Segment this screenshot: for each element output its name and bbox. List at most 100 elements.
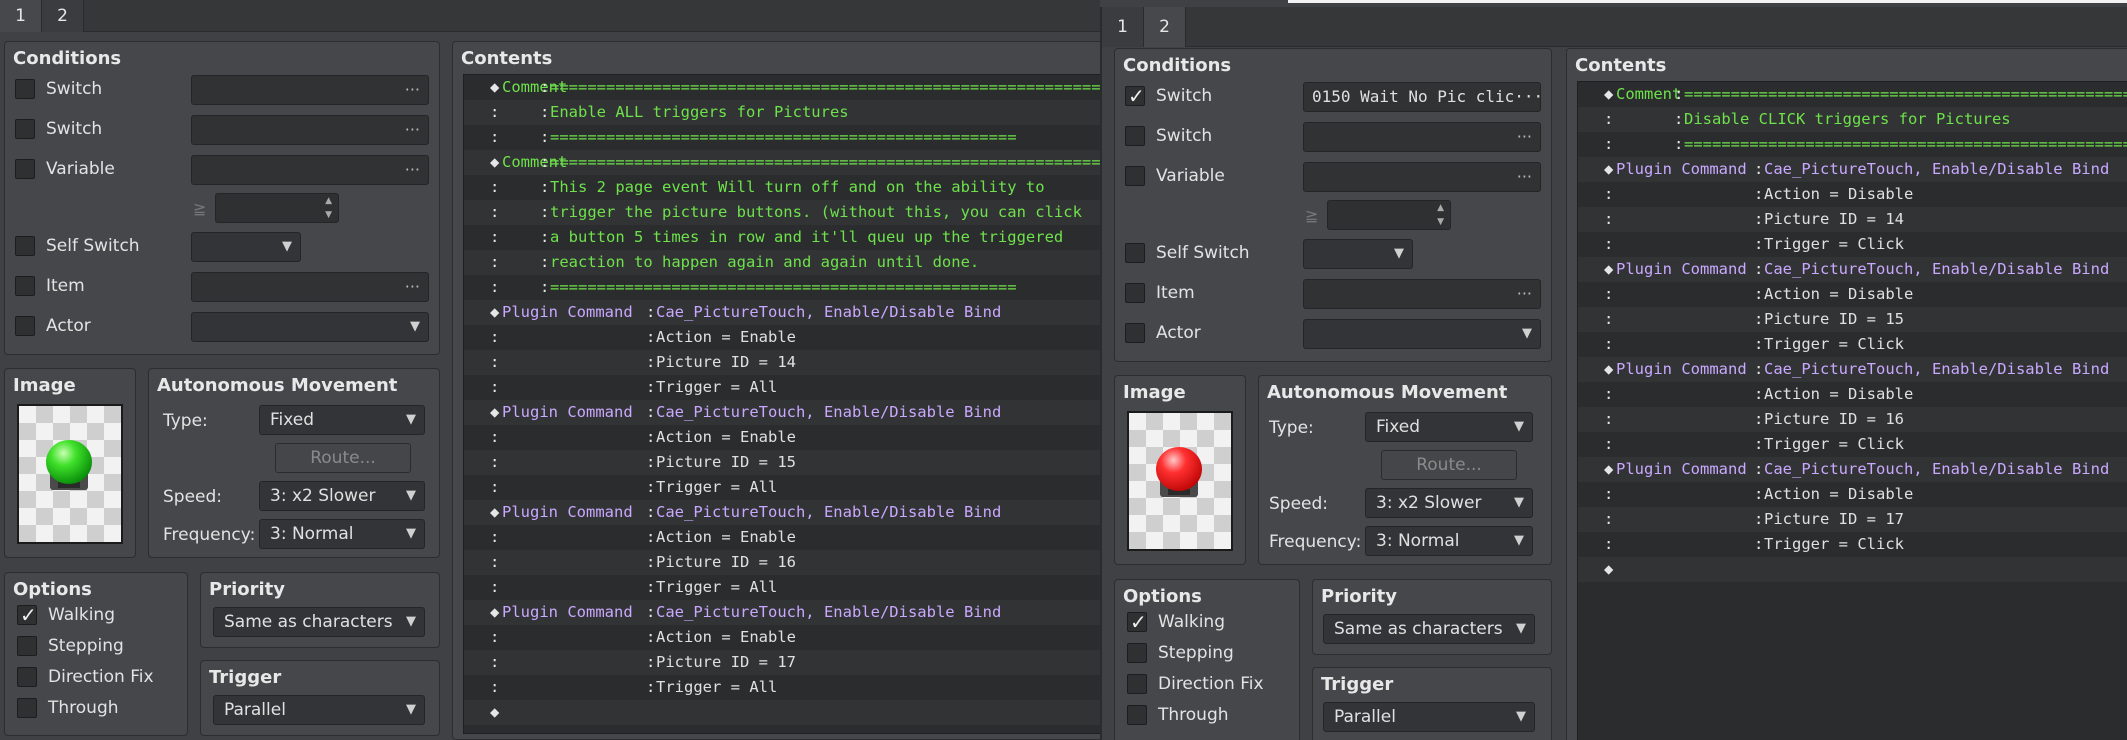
actor-select[interactable]: ▼ (191, 312, 429, 342)
item-ellipsis-icon[interactable]: ··· (405, 273, 420, 301)
variable-checkbox[interactable] (1125, 166, 1145, 186)
switch1-condition[interactable]: Switch (1125, 84, 1212, 108)
variable-checkbox[interactable] (15, 159, 35, 179)
speed-select[interactable]: 3: x2 Slower ▼ (259, 481, 425, 511)
item-checkbox[interactable] (1125, 283, 1145, 303)
command-line[interactable]: :: Action = Enable (464, 325, 1100, 350)
item-field[interactable]: ··· (1303, 279, 1541, 309)
command-line[interactable]: ◆ Plugin Command: Cae_PictureTouch, Enable… (464, 300, 1100, 325)
command-line[interactable]: ◆ Plugin Command: Cae_PictureTouch, Enable… (464, 400, 1100, 425)
walking-checkbox[interactable] (1127, 610, 1147, 634)
option-through[interactable]: Through (1127, 705, 1229, 725)
command-line[interactable]: ◆ Comment: ===============================… (464, 150, 1100, 175)
self-switch-condition[interactable]: Self Switch (1125, 243, 1250, 263)
switch1-field[interactable]: 0150 Wait No Pic clic··· (1303, 82, 1541, 112)
variable-value-stepper[interactable]: ▲ ▼ (1327, 200, 1451, 230)
command-line[interactable]: ◆ Plugin Command: Cae_PictureTouch, Enable… (1578, 257, 2127, 282)
command-line[interactable]: :: ======================================… (464, 125, 1100, 150)
trigger-select[interactable]: Parallel ▼ (1323, 702, 1535, 732)
command-line[interactable]: ◆ Comment: ===============================… (464, 75, 1100, 100)
command-line[interactable]: :: This 2 page event Will turn off and on… (464, 175, 1100, 200)
command-line[interactable]: ◆ Plugin Command: Cae_PictureTouch, Enable… (1578, 157, 2127, 182)
switch2-checkbox[interactable] (15, 119, 35, 139)
command-line[interactable]: :: Trigger = All (464, 675, 1100, 700)
direction-fix-checkbox[interactable] (17, 667, 37, 687)
tab-page-1[interactable]: 1 (1102, 7, 1144, 47)
command-line[interactable]: :: Action = Disable (1578, 282, 2127, 307)
command-line[interactable]: :: Trigger = Click (1578, 532, 2127, 557)
actor-condition[interactable]: Actor (15, 316, 91, 336)
command-line[interactable]: :: Action = Disable (1578, 482, 2127, 507)
command-line[interactable]: :: Picture ID = 17 (1578, 507, 2127, 532)
stepping-checkbox[interactable] (1127, 643, 1147, 663)
command-line[interactable]: :: Picture ID = 15 (464, 450, 1100, 475)
command-line[interactable]: :: Trigger = Click (1578, 432, 2127, 457)
route-button[interactable]: Route... (275, 443, 411, 473)
actor-condition[interactable]: Actor (1125, 323, 1201, 343)
command-line[interactable]: ◆ Plugin Command: Cae_PictureTouch, Enable… (1578, 457, 2127, 482)
item-ellipsis-icon[interactable]: ··· (1517, 280, 1532, 308)
command-line[interactable]: :: ======================================… (464, 275, 1100, 300)
switch2-checkbox[interactable] (1125, 126, 1145, 146)
item-condition[interactable]: Item (15, 276, 85, 296)
route-button[interactable]: Route... (1381, 450, 1517, 480)
stepper-down-icon[interactable]: ▼ (1437, 217, 1444, 227)
self-switch-condition[interactable]: Self Switch (15, 236, 140, 256)
trigger-select[interactable]: Parallel ▼ (213, 695, 425, 725)
command-line[interactable]: :: reaction to happen again and again unt… (464, 250, 1100, 275)
command-line[interactable]: ◆ (1578, 557, 2127, 582)
switch1-field[interactable]: ··· (191, 75, 429, 105)
self-switch-checkbox[interactable] (1125, 243, 1145, 263)
through-checkbox[interactable] (1127, 705, 1147, 725)
variable-ellipsis-icon[interactable]: ··· (405, 156, 420, 184)
option-stepping[interactable]: Stepping (1127, 643, 1234, 663)
priority-select[interactable]: Same as characters ▼ (1323, 614, 1535, 644)
command-line[interactable]: ::a button 5 times in row and it'll queu… (464, 225, 1100, 250)
speed-select[interactable]: 3: x2 Slower ▼ (1365, 488, 1533, 518)
switch1-checkbox[interactable] (1125, 84, 1145, 108)
stepper-up-icon[interactable]: ▲ (325, 196, 332, 206)
self-switch-select[interactable]: ▼ (191, 232, 301, 262)
command-line[interactable]: :: Picture ID = 14 (1578, 207, 2127, 232)
command-line[interactable]: :: Picture ID = 14 (464, 350, 1100, 375)
event-image[interactable] (1127, 411, 1233, 551)
switch2-field[interactable]: ··· (1303, 122, 1541, 152)
switch2-ellipsis-icon[interactable]: ··· (1517, 123, 1532, 151)
command-line[interactable]: :: trigger the picture buttons. (without … (464, 200, 1100, 225)
tab-page-2[interactable]: 2 (42, 0, 84, 32)
option-stepping[interactable]: Stepping (17, 636, 124, 656)
switch1-condition[interactable]: Switch (15, 79, 102, 99)
stepper-down-icon[interactable]: ▼ (325, 210, 332, 220)
frequency-select[interactable]: 3: Normal ▼ (1365, 526, 1533, 556)
command-line[interactable]: :: Action = Enable (464, 425, 1100, 450)
command-line[interactable]: ◆ Plugin Command: Cae_PictureTouch, Enable… (1578, 357, 2127, 382)
command-line[interactable]: :: Enable ALL triggers for Pictures (464, 100, 1100, 125)
move-type-select[interactable]: Fixed ▼ (1365, 412, 1533, 442)
actor-checkbox[interactable] (1125, 323, 1145, 343)
option-walking[interactable]: Walking (1127, 610, 1225, 634)
through-checkbox[interactable] (17, 698, 37, 718)
move-type-select[interactable]: Fixed ▼ (259, 405, 425, 435)
switch2-ellipsis-icon[interactable]: ··· (405, 116, 420, 144)
option-direction-fix[interactable]: Direction Fix (17, 667, 154, 687)
frequency-select[interactable]: 3: Normal ▼ (259, 519, 425, 549)
command-line[interactable]: :: Trigger = All (464, 475, 1100, 500)
actor-checkbox[interactable] (15, 316, 35, 336)
command-line[interactable]: :: Trigger = Click (1578, 232, 2127, 257)
tab-page-1[interactable]: 1 (0, 0, 42, 32)
command-line[interactable]: :: Trigger = All (464, 375, 1100, 400)
item-condition[interactable]: Item (1125, 283, 1195, 303)
item-field[interactable]: ··· (191, 272, 429, 302)
variable-ellipsis-icon[interactable]: ··· (1517, 163, 1532, 191)
option-through[interactable]: Through (17, 698, 119, 718)
direction-fix-checkbox[interactable] (1127, 674, 1147, 694)
event-command-list[interactable]: ◆ Comment: ===============================… (1577, 81, 2127, 740)
command-line[interactable]: :: Trigger = All (464, 575, 1100, 600)
command-line[interactable]: ◆ Comment: ===============================… (1578, 82, 2127, 107)
actor-select[interactable]: ▼ (1303, 319, 1541, 349)
command-line[interactable]: ◆ Plugin Command: Cae_PictureTouch, Enable… (464, 500, 1100, 525)
option-direction-fix[interactable]: Direction Fix (1127, 674, 1264, 694)
command-line[interactable]: ◆ (464, 700, 1100, 725)
item-checkbox[interactable] (15, 276, 35, 296)
command-line[interactable]: :: Action = Enable (464, 625, 1100, 650)
